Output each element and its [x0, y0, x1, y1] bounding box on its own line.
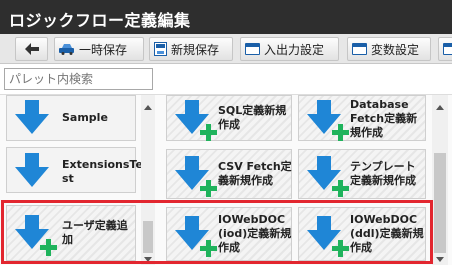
scroll-thumb[interactable] — [143, 221, 153, 253]
new-save-icon — [154, 42, 167, 56]
down-arrow-add-icon — [15, 215, 57, 256]
palette-item-label-line3: 作成 — [350, 241, 372, 254]
palette-item-database-fetch-definition-new[interactable]: Database Fetch定義新 規作成 — [298, 95, 426, 141]
palette-item-label-line3: 作成 — [218, 241, 240, 254]
palette-item-label-line1: ユーザ定義追 — [62, 219, 128, 232]
palette-item-label-line1: IOWebDOC — [350, 213, 418, 226]
down-arrow-add-icon — [307, 100, 349, 141]
palette-item-label-line3: 規作成 — [350, 126, 383, 139]
window-icon — [352, 43, 367, 55]
palette-item-label-line2: (iod)定義新規 — [218, 227, 292, 240]
palette-item-label-line2: st — [62, 172, 74, 185]
palette-item-label: Sample — [62, 111, 108, 124]
palette-item-label-line1: SQL定義新規 — [218, 104, 287, 117]
temp-save-label: 一時保存 — [79, 42, 128, 57]
palette-item-label-line1: Database — [350, 98, 409, 111]
items-scrollbar[interactable] — [432, 95, 448, 265]
var-settings-label: 変数設定 — [371, 42, 420, 57]
more-toolbar-button[interactable] — [438, 37, 452, 61]
down-arrow-add-icon — [175, 156, 217, 197]
palette-search-input[interactable] — [4, 68, 153, 90]
window-icon — [245, 43, 260, 55]
palette-item-label-line1: テンプレート — [350, 160, 416, 173]
toolbar: 一時保存 新規保存 入出力設定 変数設定 — [0, 34, 452, 64]
down-arrow-add-icon — [175, 216, 217, 257]
down-arrow-icon — [15, 100, 49, 134]
palette-item-sql-definition-new[interactable]: SQL定義新規 作成 — [166, 95, 292, 141]
palette-item-extensionstest[interactable]: ExtensionsTe st — [6, 147, 143, 193]
palette-item-iowebdoc-iod-definition-new[interactable]: IOWebDOC (iod)定義新規 作成 — [166, 207, 292, 261]
window-icon — [443, 43, 452, 55]
palette-item-label-line1: CSV Fetch定 — [218, 160, 292, 173]
var-settings-button[interactable]: 変数設定 — [347, 37, 431, 61]
back-button[interactable] — [15, 37, 48, 61]
palette-item-label-line2: Fetch定義新 — [350, 112, 418, 125]
down-arrow-add-icon — [175, 100, 217, 141]
palette-item-label-line1: IOWebDOC — [218, 213, 286, 226]
scroll-down-icon[interactable] — [144, 257, 152, 262]
palette-item-template-definition-new[interactable]: テンプレート 定義新規作成 — [298, 149, 426, 199]
palette-item-label-line2: (ddl)定義新規 — [350, 227, 424, 240]
palette-item-csv-fetch-definition-new[interactable]: CSV Fetch定 義新規作成 — [166, 149, 292, 199]
scroll-up-icon[interactable] — [144, 105, 152, 110]
palette-category-list: Sample ExtensionsTe st ユーザ定義追 加 — [0, 94, 162, 265]
new-save-label: 新規保存 — [171, 42, 220, 57]
palette-item-label-line1: ExtensionsTe — [62, 158, 143, 171]
palette-item-label-line2: 加 — [62, 233, 73, 246]
palette-item-label-line2: 作成 — [218, 118, 240, 131]
palette-item-sample[interactable]: Sample — [6, 95, 136, 141]
new-save-button[interactable]: 新規保存 — [149, 37, 233, 61]
scroll-thumb[interactable] — [434, 153, 446, 253]
down-arrow-add-icon — [307, 216, 349, 257]
scroll-up-icon[interactable] — [436, 105, 444, 110]
category-scrollbar[interactable] — [141, 95, 155, 265]
window-title: ロジックフロー定義編集 — [9, 11, 191, 30]
down-arrow-icon — [15, 153, 49, 187]
io-settings-button[interactable]: 入出力設定 — [240, 37, 339, 61]
arrow-left-icon — [24, 43, 39, 55]
palette-item-label-line2: 定義新規作成 — [350, 174, 416, 187]
io-settings-label: 入出力設定 — [264, 42, 325, 57]
palette-item-label-line2: 義新規作成 — [218, 174, 273, 187]
window-title-bar: ロジックフロー定義編集 — [0, 0, 452, 34]
down-arrow-add-icon — [307, 156, 349, 197]
save-car-icon — [59, 43, 75, 55]
scroll-down-icon[interactable] — [436, 257, 444, 262]
palette-items-grid: SQL定義新規 作成 Database Fetch定義新 規作成 CSV Fet… — [162, 94, 452, 265]
palette-item-iowebdoc-ddl-definition-new[interactable]: IOWebDOC (ddl)定義新規 作成 — [298, 207, 426, 261]
palette-item-user-definition-add[interactable]: ユーザ定義追 加 — [6, 205, 136, 261]
temp-save-button[interactable]: 一時保存 — [54, 37, 144, 61]
